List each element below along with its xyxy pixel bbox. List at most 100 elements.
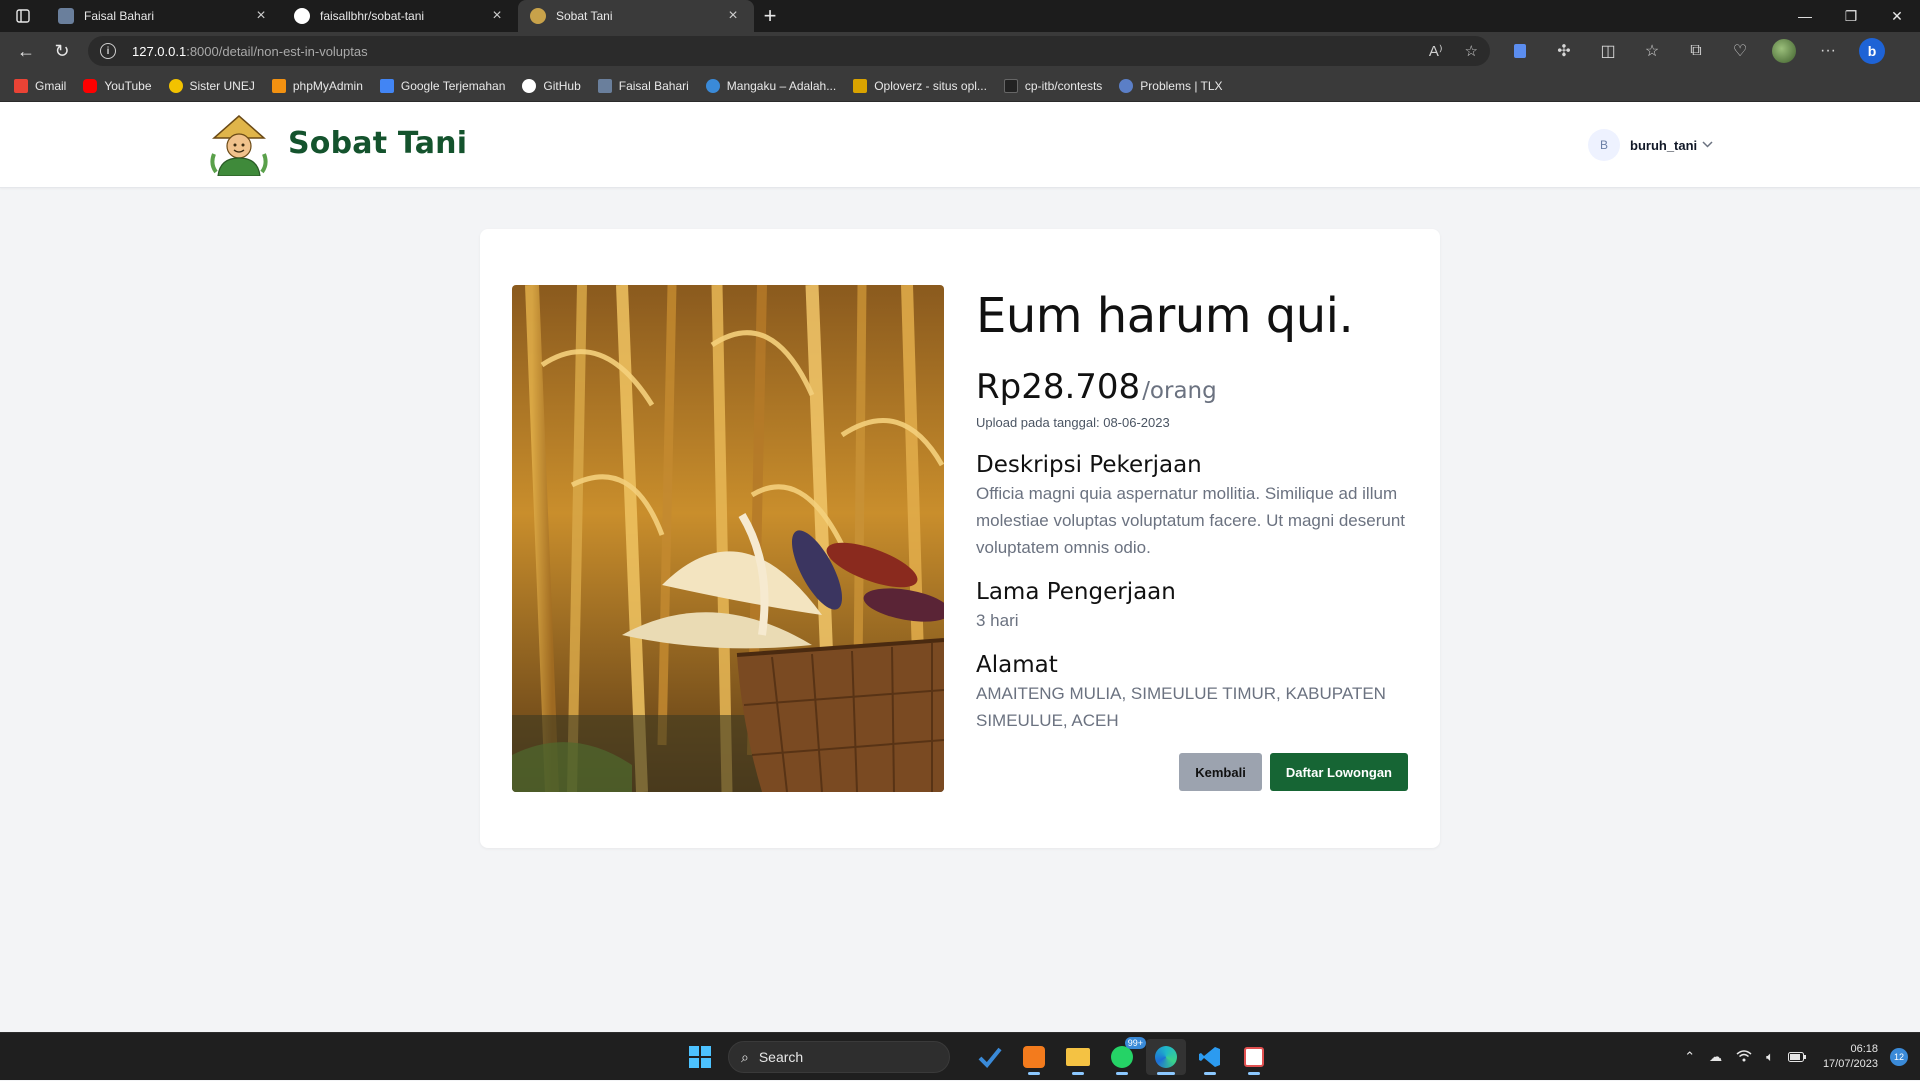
phpmyadmin-icon	[271, 78, 286, 93]
gmail-icon	[14, 78, 28, 93]
oploverz-icon	[853, 78, 868, 93]
volume-icon[interactable]: 🔈︎	[1766, 1049, 1774, 1065]
wifi-icon[interactable]	[1736, 1049, 1752, 1065]
read-aloud-icon[interactable]: A⁾	[1429, 42, 1443, 60]
taskbar-apps: ⌕ Search 99+	[680, 1037, 1278, 1075]
job-title: Eum harum qui.	[976, 288, 1354, 344]
bookmark-gmail[interactable]: Gmail	[14, 78, 66, 93]
taskbar-search-input[interactable]: ⌕ Search	[728, 1041, 950, 1073]
bookmark-label: YouTube	[104, 78, 152, 93]
bookmark-phpmyadmin[interactable]: phpMyAdmin	[271, 78, 363, 93]
site-header: Sobat Tani B buruh_tani	[0, 102, 1920, 188]
edge-browser-icon[interactable]	[1146, 1039, 1186, 1075]
tab-actions-icon[interactable]	[0, 0, 46, 32]
bing-copilot-icon[interactable]: b	[1850, 36, 1894, 66]
windows-start-icon[interactable]	[680, 1039, 720, 1075]
profile-icon[interactable]	[1762, 36, 1806, 66]
action-buttons: Kembali Daftar Lowongan	[1179, 753, 1408, 791]
bookmark-oploverz[interactable]: Oploverz - situs opl...	[853, 78, 987, 93]
battery-icon[interactable]	[1787, 1050, 1806, 1065]
close-tab-icon[interactable]: ×	[488, 7, 506, 25]
browser-tab[interactable]: faisallbhr/sobat-tani ×	[282, 0, 518, 32]
site-info-icon[interactable]: i	[100, 43, 116, 59]
split-screen-icon[interactable]: ◫	[1586, 36, 1630, 66]
search-label: Search	[758, 1049, 804, 1065]
snipping-tool-icon[interactable]	[1234, 1039, 1274, 1075]
tab-title: Sobat Tani	[556, 9, 613, 23]
google-translate-icon	[379, 78, 394, 93]
bookmark-mangaku[interactable]: Mangaku – Adalah...	[705, 78, 836, 93]
address-text: AMAITENG MULIA, SIMEULUE TIMUR, KABUPATE…	[976, 684, 1386, 731]
address-bar: ← ↻ i 127.0.0.1:8000/detail/non-est-in-v…	[0, 32, 1920, 70]
favorite-star-icon[interactable]: ☆	[1465, 42, 1478, 60]
description-heading: Deskripsi Pekerjaan	[976, 452, 1202, 479]
job-details: Eum harum qui. Rp28.708 /orang Upload pa…	[976, 285, 1408, 734]
sobat-tani-favicon-icon	[530, 8, 546, 24]
bookmark-label: GitHub	[543, 78, 581, 93]
job-price: Rp28.708	[976, 367, 1141, 408]
browser-toolbar: ✣ ◫ ☆ ⧉ ♡ ··· b	[1498, 36, 1894, 66]
refresh-icon[interactable]: ↻	[44, 36, 80, 66]
cp-itb-icon	[1003, 78, 1018, 93]
todo-app-icon[interactable]	[970, 1039, 1010, 1075]
chevron-down-icon	[1702, 139, 1713, 151]
username: buruh_tani	[1630, 137, 1698, 153]
minimize-icon[interactable]: —	[1782, 0, 1828, 32]
bookmark-label: cp-itb/contests	[1024, 78, 1103, 93]
duration-text: 3 hari	[976, 611, 1019, 631]
window-controls: — ❐ ✕	[1782, 0, 1920, 32]
back-icon[interactable]: ←	[8, 36, 44, 66]
browser-tab[interactable]: Faisal Bahari ×	[46, 0, 282, 32]
price-row: Rp28.708 /orang	[976, 367, 1408, 407]
extensions-puzzle-icon[interactable]: ✣	[1542, 36, 1586, 66]
back-button[interactable]: Kembali	[1179, 753, 1262, 791]
onedrive-cloud-icon[interactable]: ☁	[1709, 1049, 1722, 1065]
bookmark-label: Google Terjemahan	[400, 78, 506, 93]
profile-favicon-icon	[58, 8, 74, 24]
whatsapp-icon[interactable]: 99+	[1102, 1037, 1146, 1075]
bookmark-faisal-bahari[interactable]: Faisal Bahari	[597, 78, 689, 93]
favorites-icon[interactable]: ☆	[1630, 36, 1674, 66]
file-explorer-icon[interactable]	[1058, 1039, 1098, 1075]
browser-tab-active[interactable]: Sobat Tani ×	[518, 0, 754, 32]
search-icon: ⌕	[741, 1048, 749, 1065]
bookmark-cp-itb[interactable]: cp-itb/contests	[1003, 78, 1103, 93]
avatar: B	[1588, 129, 1620, 161]
url-path: :8000/detail/non-est-in-voluptas	[186, 43, 368, 59]
notification-badge[interactable]: 12	[1890, 1048, 1908, 1066]
close-window-icon[interactable]: ✕	[1874, 0, 1920, 32]
browser-essentials-icon[interactable]: ♡	[1718, 36, 1762, 66]
restore-icon[interactable]: ❐	[1828, 0, 1874, 32]
collections-icon[interactable]: ⧉	[1674, 36, 1718, 66]
xampp-icon[interactable]	[1014, 1039, 1054, 1075]
bookmark-youtube[interactable]: YouTube	[83, 78, 152, 93]
chevron-up-icon[interactable]: ⌃	[1684, 1049, 1695, 1065]
browser-tab-bar: Faisal Bahari × faisallbhr/sobat-tani × …	[0, 0, 1920, 32]
close-tab-icon[interactable]: ×	[724, 7, 742, 25]
url-actions: A⁾ ☆	[1429, 42, 1478, 60]
tlx-icon	[1119, 78, 1134, 93]
bookmark-tlx[interactable]: Problems | TLX	[1119, 78, 1223, 93]
clock[interactable]: 06:18 17/07/2023	[1823, 1042, 1878, 1072]
bookmarks-bar: Gmail YouTube Sister UNEJ phpMyAdmin Goo…	[0, 70, 1920, 102]
vscode-icon[interactable]	[1190, 1039, 1230, 1075]
bookmark-google-translate[interactable]: Google Terjemahan	[379, 78, 506, 93]
bookmark-sister-unej[interactable]: Sister UNEJ	[168, 78, 255, 93]
mangaku-icon	[705, 78, 720, 93]
more-menu-icon[interactable]: ···	[1806, 36, 1850, 66]
bookmark-github[interactable]: GitHub	[522, 78, 581, 93]
close-tab-icon[interactable]: ×	[252, 7, 270, 25]
url-host: 127.0.0.1	[132, 43, 187, 59]
apply-job-button[interactable]: Daftar Lowongan	[1269, 753, 1408, 791]
tab-title: faisallbhr/sobat-tani	[320, 9, 425, 23]
url-input[interactable]: i 127.0.0.1:8000/detail/non-est-in-volup…	[88, 36, 1490, 66]
unej-icon	[168, 78, 183, 93]
date: 17/07/2023	[1822, 1058, 1878, 1070]
user-menu-dropdown[interactable]: B buruh_tani	[1588, 129, 1713, 161]
new-tab-button[interactable]: +	[754, 0, 786, 32]
job-detail-card: Eum harum qui. Rp28.708 /orang Upload pa…	[480, 229, 1440, 848]
farmer-logo-icon[interactable]	[208, 114, 270, 177]
bookmark-label: Sister UNEJ	[189, 78, 255, 93]
brand-name[interactable]: Sobat Tani	[288, 126, 467, 161]
extension-icon[interactable]	[1498, 36, 1542, 66]
